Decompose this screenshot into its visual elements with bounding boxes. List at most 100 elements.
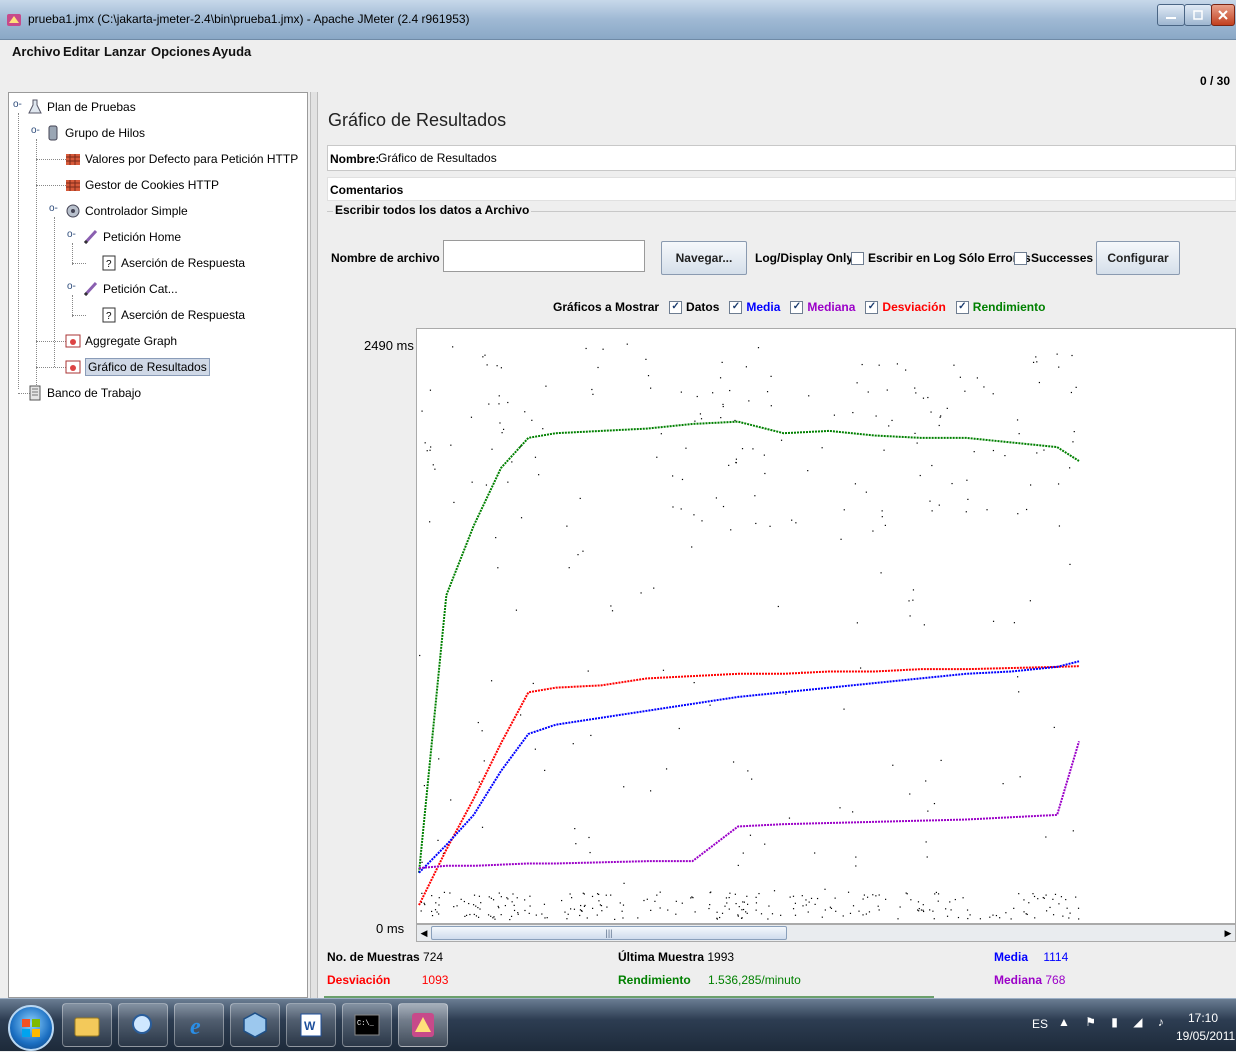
data-point xyxy=(665,768,668,770)
file-name-input[interactable] xyxy=(443,240,645,272)
last-sample-stat: Última Muestra 1993 xyxy=(618,950,734,964)
data-point xyxy=(622,904,625,906)
taskbar-word[interactable]: W xyxy=(286,1003,336,1047)
expand-toggle-icon[interactable]: o- xyxy=(67,229,76,240)
taskbar-search[interactable] xyxy=(118,1003,168,1047)
data-point xyxy=(824,888,826,890)
tree-item-asercion-2[interactable]: ? Aserción de Respuesta xyxy=(101,305,245,325)
data-point xyxy=(763,454,765,456)
data-point xyxy=(764,472,766,475)
panel-splitter[interactable] xyxy=(310,92,318,998)
minimize-button[interactable] xyxy=(1157,4,1185,26)
data-point xyxy=(868,911,871,913)
deviation-label: Desviación xyxy=(327,973,391,987)
data-point xyxy=(452,346,454,348)
data-point xyxy=(734,893,736,895)
data-point xyxy=(592,393,594,395)
desviacion-checkbox[interactable]: ✓ Desviación xyxy=(865,300,946,314)
data-point xyxy=(754,495,756,497)
taskbar-explorer[interactable] xyxy=(62,1003,112,1047)
menu-lanzar[interactable]: Lanzar xyxy=(104,44,146,59)
data-point xyxy=(862,898,864,900)
data-point xyxy=(953,364,955,366)
data-point xyxy=(1018,433,1020,435)
data-point xyxy=(490,915,492,917)
data-point xyxy=(610,894,612,896)
data-point xyxy=(535,914,537,916)
taskbar-internet-explorer[interactable]: e xyxy=(174,1003,224,1047)
media-checkbox[interactable]: ✓ Media xyxy=(729,300,780,314)
menu-ayuda[interactable]: Ayuda xyxy=(212,44,251,59)
start-button[interactable] xyxy=(8,1005,54,1051)
data-point xyxy=(436,911,438,913)
errors-only-checkbox[interactable]: Escribir en Log Sólo Errores xyxy=(851,251,1031,265)
mean-value: 1114 xyxy=(1043,950,1069,964)
tree-item-asercion-1[interactable]: ? Aserción de Respuesta xyxy=(101,253,245,273)
expand-toggle-icon[interactable]: o- xyxy=(49,203,58,214)
tree-item-valores-defecto[interactable]: Valores por Defecto para Petición HTTP xyxy=(65,149,298,169)
data-point xyxy=(572,743,574,745)
scrollbar-thumb[interactable]: ||| xyxy=(431,926,787,940)
clock-date[interactable]: 19/05/2011 xyxy=(1176,1029,1235,1043)
system-tray-icons[interactable]: ▲ ⚑ ▮ ◢ ♪ xyxy=(1058,1015,1170,1029)
data-point xyxy=(598,893,600,896)
tree-item-aggregate-graph[interactable]: Aggregate Graph xyxy=(65,331,177,351)
tree-item-peticion-home[interactable]: Petición Home xyxy=(83,227,181,247)
data-point xyxy=(1002,783,1004,785)
data-point xyxy=(569,893,571,895)
last-sample-value: 1993 xyxy=(707,950,735,964)
comments-row[interactable]: Comentarios xyxy=(327,177,1236,201)
data-point xyxy=(543,903,546,905)
data-point xyxy=(1058,366,1060,368)
tree-item-grafico-resultados[interactable]: Gráfico de Resultados xyxy=(65,357,210,377)
menu-opciones[interactable]: Opciones xyxy=(151,44,210,59)
name-field[interactable] xyxy=(378,149,1228,167)
tree-item-controlador-simple[interactable]: Controlador Simple xyxy=(65,201,188,221)
browse-button[interactable]: Navegar... xyxy=(661,241,747,275)
rendimiento-checkbox[interactable]: ✓ Rendimiento xyxy=(955,300,1045,314)
scroll-left-arrow-icon[interactable]: ◀ xyxy=(417,925,431,941)
data-point xyxy=(847,891,850,893)
graph-horizontal-scrollbar[interactable]: ◀ ||| ▶ xyxy=(416,924,1236,942)
data-point xyxy=(469,913,471,916)
data-point xyxy=(992,449,995,452)
taskbar-jmeter[interactable] xyxy=(398,1003,448,1047)
scroll-right-arrow-icon[interactable]: ▶ xyxy=(1221,925,1235,941)
tree-item-banco-de-trabajo[interactable]: Banco de Trabajo xyxy=(27,383,141,403)
data-point xyxy=(582,892,584,894)
mediana-checkbox[interactable]: ✓ Mediana xyxy=(790,300,855,314)
configure-button[interactable]: Configurar xyxy=(1096,241,1180,275)
data-point xyxy=(791,519,793,521)
data-point xyxy=(746,895,748,897)
expand-toggle-icon[interactable]: o- xyxy=(31,125,40,136)
tree-item-peticion-cat[interactable]: Petición Cat... xyxy=(83,279,178,299)
data-point xyxy=(622,917,624,919)
data-point xyxy=(929,500,931,502)
expand-toggle-icon[interactable]: o- xyxy=(67,281,76,292)
test-plan-tree[interactable]: o- o- o- o- o- Plan de Pruebas Grupo de … xyxy=(8,92,308,998)
close-button[interactable] xyxy=(1211,4,1235,26)
successes-checkbox[interactable]: Successes xyxy=(1014,251,1093,265)
taskbar-cmd[interactable]: C:\_ xyxy=(342,1003,392,1047)
data-point xyxy=(484,354,486,356)
tree-item-grupo-de-hilos[interactable]: Grupo de Hilos xyxy=(45,123,145,143)
datos-label: Datos xyxy=(686,300,720,314)
data-point xyxy=(940,759,942,762)
close-icon xyxy=(1218,10,1228,20)
menu-editar[interactable]: Editar xyxy=(63,44,100,59)
tree-item-gestor-cookies[interactable]: Gestor de Cookies HTTP xyxy=(65,175,219,195)
data-point xyxy=(918,910,920,912)
data-point xyxy=(577,554,579,556)
data-point xyxy=(937,893,940,895)
data-point xyxy=(1004,454,1006,457)
taskbar-virtualbox[interactable] xyxy=(230,1003,280,1047)
tree-item-plan-de-pruebas[interactable]: Plan de Pruebas xyxy=(27,97,136,117)
log-display-label: Log/Display Only: xyxy=(755,251,858,265)
maximize-button[interactable] xyxy=(1184,4,1212,26)
data-point xyxy=(856,382,858,384)
language-indicator[interactable]: ES xyxy=(1032,1017,1048,1031)
datos-checkbox[interactable]: ✓ Datos xyxy=(669,300,719,314)
expand-toggle-icon[interactable]: o- xyxy=(13,99,22,110)
clock-time[interactable]: 17:10 xyxy=(1188,1011,1218,1025)
menu-archivo[interactable]: Archivo xyxy=(12,44,60,59)
